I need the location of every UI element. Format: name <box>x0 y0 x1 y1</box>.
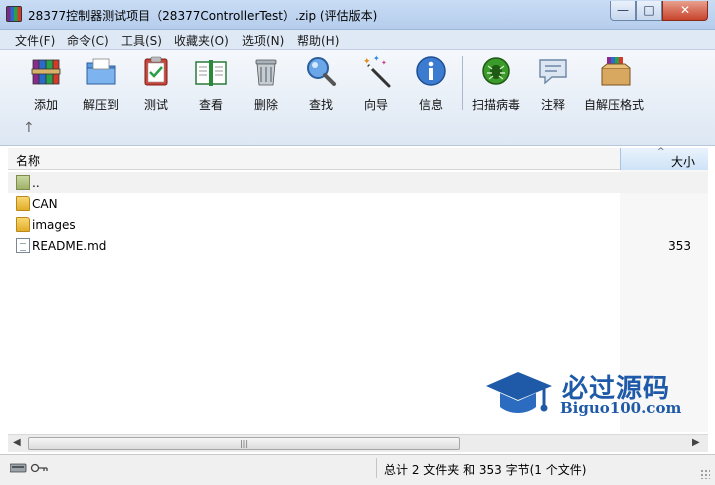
delete-label: 删除 <box>253 98 278 112</box>
menu-commands[interactable]: 命令(C) <box>67 32 109 49</box>
menu-bar: 文件(F) 命令(C) 工具(S) 收藏夹(O) 选项(N) 帮助(H) <box>0 30 715 50</box>
title-bar: 28377控制器测试项目（28377ControllerTest）.zip (评… <box>0 0 715 30</box>
list-item[interactable]: README.md 353 <box>8 235 708 256</box>
add-button[interactable]: 添加 <box>18 54 74 112</box>
scroll-left-icon[interactable]: ◀ <box>13 437 21 448</box>
document-icon <box>16 238 30 253</box>
file-name: README.md <box>32 239 107 253</box>
menu-help[interactable]: 帮助(H) <box>297 32 339 49</box>
window-title: 28377控制器测试项目（28377ControllerTest）.zip (评… <box>28 9 378 23</box>
virus-bug-icon <box>482 57 510 85</box>
magnifier-icon <box>307 57 336 86</box>
folder-icon <box>16 196 30 211</box>
file-size: 353 <box>668 239 691 253</box>
toolbar: 添加 解压到 测试 查看 删除 查找 ✦ ✦ ✦ 向导 信息 扫描病毒 注释 自… <box>0 50 715 146</box>
find-label: 查找 <box>308 98 333 112</box>
winrar-archive-icon <box>6 6 22 22</box>
extract-folder-icon <box>86 58 116 85</box>
horizontal-scrollbar[interactable]: ◀ ||| ▶ <box>8 434 708 452</box>
status-bar: 总计 2 文件夹 和 353 字节(1 个文件) <box>0 454 715 485</box>
test-button[interactable]: 测试 <box>128 54 184 112</box>
column-name-header[interactable]: 名称 <box>16 152 40 169</box>
status-summary: 总计 2 文件夹 和 353 字节(1 个文件) <box>384 463 587 477</box>
view-button[interactable]: 查看 <box>183 54 239 112</box>
extract-to-label: 解压到 <box>82 98 119 112</box>
sort-ascending-icon: ^ <box>657 147 665 157</box>
list-item[interactable]: .. <box>8 172 708 193</box>
svg-text:✦: ✦ <box>363 57 371 67</box>
scroll-right-icon[interactable]: ▶ <box>692 437 700 448</box>
watermark-en: Biguo100.com <box>560 399 682 417</box>
menu-options[interactable]: 选项(N) <box>242 32 284 49</box>
close-button[interactable]: ✕ <box>662 1 708 21</box>
add-books-icon <box>31 59 61 85</box>
test-clipboard-icon <box>144 56 168 86</box>
minimize-button[interactable]: — <box>610 1 636 21</box>
scrollbar-thumb[interactable]: ||| <box>28 437 460 450</box>
extract-to-button[interactable]: 解压到 <box>73 54 129 112</box>
add-label: 添加 <box>33 98 58 112</box>
column-header: 名称 ^ 大小 <box>8 147 708 170</box>
comment-icon <box>539 59 567 85</box>
wizard-label: 向导 <box>363 98 388 112</box>
trash-icon <box>255 59 277 86</box>
sfx-label: 自解压格式 <box>584 98 645 112</box>
view-label: 查看 <box>198 98 223 112</box>
svg-text:✦: ✦ <box>373 54 380 63</box>
sfx-box-icon <box>601 57 631 86</box>
comment-label: 注释 <box>540 98 565 112</box>
file-name: images <box>32 218 76 232</box>
view-book-icon <box>195 60 227 86</box>
menu-favorites[interactable]: 收藏夹(O) <box>174 32 229 49</box>
scan-virus-label: 扫描病毒 <box>471 98 520 112</box>
drive-key-icon[interactable] <box>10 462 50 474</box>
svg-text:✦: ✦ <box>381 59 387 67</box>
resize-grip-icon[interactable] <box>700 469 710 479</box>
wizard-wand-icon: ✦ ✦ ✦ <box>363 54 391 88</box>
column-size-label: 大小 <box>671 155 696 169</box>
find-button[interactable]: 查找 <box>293 54 349 112</box>
maximize-button[interactable]: □ <box>636 1 662 21</box>
column-size-header[interactable]: ^ 大小 <box>620 147 708 170</box>
toolbar-separator <box>462 56 463 110</box>
scan-virus-button[interactable]: 扫描病毒 <box>468 54 524 112</box>
folder-icon <box>16 217 30 232</box>
comment-button[interactable]: 注释 <box>525 54 581 112</box>
parent-folder-icon <box>16 175 30 190</box>
menu-tools[interactable]: 工具(S) <box>121 32 162 49</box>
sfx-button[interactable]: 自解压格式 <box>584 54 644 112</box>
file-name: CAN <box>32 197 58 211</box>
up-folder-button[interactable]: ↑ <box>23 120 35 136</box>
wizard-button[interactable]: ✦ ✦ ✦ 向导 <box>348 54 404 112</box>
file-name: .. <box>32 176 40 190</box>
menu-file[interactable]: 文件(F) <box>15 32 55 49</box>
graduation-cap-logo-icon <box>486 372 552 413</box>
info-icon <box>416 56 446 86</box>
delete-button[interactable]: 删除 <box>238 54 294 112</box>
test-label: 测试 <box>143 98 168 112</box>
info-button[interactable]: 信息 <box>403 54 459 112</box>
info-label: 信息 <box>418 98 443 112</box>
list-item[interactable]: images <box>8 214 708 235</box>
list-item[interactable]: CAN <box>8 193 708 214</box>
